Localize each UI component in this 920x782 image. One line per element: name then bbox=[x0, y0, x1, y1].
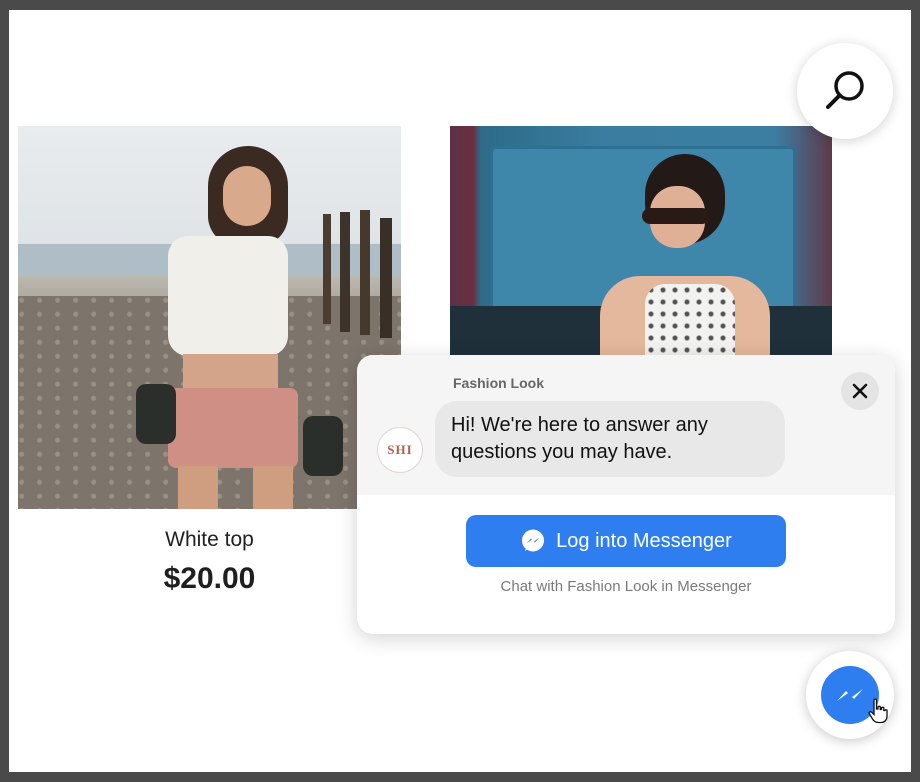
login-button-label: Log into Messenger bbox=[556, 529, 732, 552]
fence-post bbox=[380, 218, 392, 338]
white-lace-top bbox=[645, 284, 735, 366]
leg bbox=[253, 466, 293, 509]
chat-page-name: Fashion Look bbox=[453, 375, 544, 391]
pink-shorts bbox=[168, 388, 298, 468]
avatar-text: SHI bbox=[387, 442, 413, 457]
face bbox=[223, 166, 271, 226]
log-into-messenger-button[interactable]: Log into Messenger bbox=[466, 515, 786, 567]
fence-post bbox=[360, 210, 370, 335]
fence-post bbox=[340, 212, 350, 332]
messenger-icon bbox=[522, 529, 545, 552]
fence-post bbox=[323, 214, 331, 324]
skateboard bbox=[303, 416, 343, 476]
close-icon bbox=[852, 383, 868, 399]
product-price: $20.00 bbox=[163, 562, 256, 595]
skateboard bbox=[136, 384, 176, 444]
hand-pointer-icon bbox=[868, 698, 888, 724]
page-avatar: SHI bbox=[377, 427, 423, 473]
messenger-chat-popup: Fashion Look SHI Hi! We're here to answe… bbox=[357, 355, 895, 634]
product-image-second[interactable] bbox=[450, 126, 832, 366]
leg bbox=[178, 466, 218, 509]
search-button[interactable] bbox=[797, 43, 893, 139]
chat-close-button[interactable] bbox=[841, 372, 879, 410]
product-name[interactable]: White top bbox=[18, 528, 401, 552]
white-crop-top bbox=[168, 236, 288, 356]
sunglasses bbox=[642, 208, 710, 224]
greeting-bubble: Hi! We're here to answer any questions y… bbox=[435, 401, 785, 477]
search-icon bbox=[826, 71, 864, 109]
product-image-white-top[interactable] bbox=[18, 126, 401, 509]
product-page: White top $20.00 Fashion Look SHI Hi! We… bbox=[9, 10, 911, 772]
messenger-icon bbox=[837, 689, 863, 701]
chat-subtext: Chat with Fashion Look in Messenger bbox=[500, 578, 752, 595]
messenger-chat-button[interactable] bbox=[806, 651, 894, 739]
